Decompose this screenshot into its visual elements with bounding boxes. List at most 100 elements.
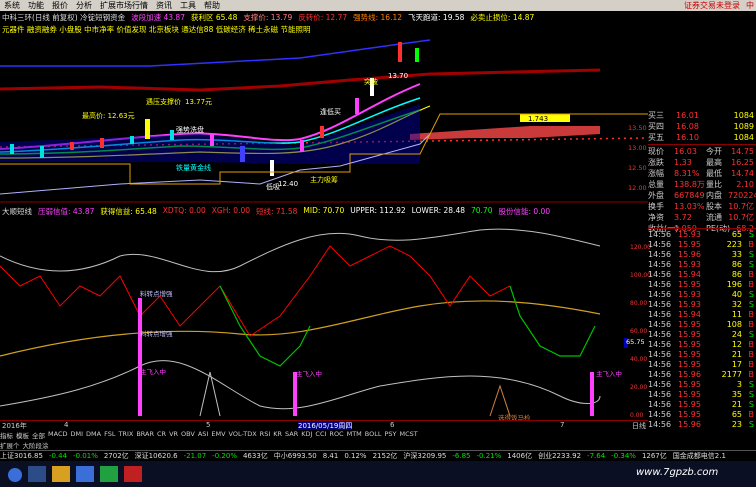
trade-price: 15.95 [678,239,701,249]
price-header-line: 中科三环(日线 前复权) 冷锭短钢资金 波段加速 43.87 获利区 65.48… [2,12,534,23]
tab-ext[interactable]: 扩展个 [0,440,20,450]
x-axis: 2016年 4 5 2016/05/19周四 6 7 日线 [0,420,648,431]
order-label: 买三 [648,111,664,120]
tab-indicator[interactable]: RSI [260,430,271,439]
tab-indicator[interactable]: BOLL [365,430,382,439]
trade-time: 14:56 [648,229,672,239]
start-icon[interactable] [8,468,22,482]
tab-indicator[interactable]: SAR [285,430,298,439]
tab-indicator[interactable]: BRAR [136,430,154,439]
price-tick: 13.50 [628,124,647,132]
quote-value: 13.03% [674,202,705,211]
tab-indicator[interactable]: VR [169,430,178,439]
order-row: 买三 16.01 1084 [648,110,756,121]
trade-time: 14:56 [648,309,672,319]
tab-indicator[interactable]: FSL [104,430,115,439]
app-icon[interactable] [28,466,46,482]
quote-value: 138.8万 [674,180,705,189]
tab-indicator[interactable]: VOL-TDX [229,430,257,439]
tab-indicator[interactable]: DMI [70,430,83,439]
menu-item-help[interactable]: 帮助 [200,0,224,11]
tab-indicator[interactable]: 全部 [32,430,45,439]
quote-row: 总量 138.8万 量比 2.10 [648,179,756,190]
trade-side: S [748,379,754,389]
tab-indicator[interactable]: MTM [347,430,362,439]
tab-indicator[interactable]: MCST [400,430,418,439]
trend-gold-label: 铁量黄金线 [176,163,211,172]
status-item: 8.41 [322,452,339,460]
trade-vol: 3 [736,379,742,389]
trade-row: 14:56 15.95 17 B [648,359,756,369]
status-item: 深证10620.6 [134,452,178,460]
menu-item-system[interactable]: 系统 [0,0,24,11]
tab-indicator[interactable]: CCI [315,430,326,439]
tab-indicator[interactable]: MACD [48,430,67,439]
trade-vol: 40 [731,289,742,299]
menu-item-quote[interactable]: 报价 [48,0,72,11]
signal-label-5: 主飞入中 [596,369,622,378]
trade-price: 15.95 [678,399,701,409]
browser-icon[interactable] [76,466,94,482]
menu-item-news[interactable]: 资讯 [152,0,176,11]
tab-indicator[interactable]: 模板 [16,430,29,439]
tab-indicator[interactable]: PSY [385,430,397,439]
price-chart: 1.743 最高价: 12.63元 遇压支撑价 13.77元 突破 13.70 … [0,39,648,203]
menu-right-extra[interactable]: 中 [746,0,754,11]
trade-price: 15.96 [678,369,701,379]
tab-indicator[interactable]: TRIX [118,430,133,439]
trade-icon[interactable] [124,466,142,482]
trade-time: 14:56 [648,379,672,389]
status-item: 沪深3209.95 [403,452,447,460]
menu-item-tools[interactable]: 工具 [176,0,200,11]
status-item: 1267亿 [641,452,667,460]
tab-indicator[interactable]: EMV [211,430,225,439]
tab-indicator[interactable]: 指标 [0,430,13,439]
trade-login-status[interactable]: 证券交易未登录 [684,0,740,11]
trade-side: S [748,229,754,239]
trade-time: 14:56 [648,319,672,329]
ind-tick: 80.00 [630,300,648,307]
trade-price: 15.95 [678,389,701,399]
trade-vol: 24 [731,329,742,339]
trade-time: 14:56 [648,419,672,429]
menu-item-function[interactable]: 功能 [24,0,48,11]
tab-indicator[interactable]: ASI [198,430,209,439]
trade-price: 15.95 [678,359,701,369]
order-price: 16.10 [676,133,699,142]
signal-bar [293,372,297,416]
trade-vol: 2177 [721,369,742,379]
tab-indicator[interactable]: CR [157,430,166,439]
tab-indicator[interactable]: DMA [86,430,101,439]
quote-label2: 今开 [706,147,722,156]
tab-indicator[interactable]: KR [273,430,282,439]
trade-time: 14:56 [648,249,672,259]
tab-indicator[interactable]: KDJ [301,430,312,439]
tab-indicator[interactable]: OBV [181,430,195,439]
menu-item-analysis[interactable]: 分析 [72,0,96,11]
resist-label: 遇压支撑价 [146,97,181,106]
trade-vol: 23 [731,419,742,429]
quote-row: 涨跌 1.33 最高 16.25 [648,157,756,168]
hdr-reverse: 反转价: 12.77 [298,13,348,22]
quote-label2: 内盘 [706,191,722,200]
trade-side: S [748,419,754,429]
trade-side: S [748,329,754,339]
status-item: 创业2233.92 [538,452,582,460]
quote-label: 涨跌 [648,158,664,167]
quote-value2: 2.10 [736,180,754,189]
tab-stage[interactable]: 大阶段涂 [23,440,49,450]
trade-time: 14:56 [648,259,672,269]
trade-vol: 33 [731,249,742,259]
folder-icon[interactable] [52,466,70,482]
tab-indicator[interactable]: ROC [329,430,343,439]
signal-bar [138,298,142,416]
order-row: 买四 16.08 1089 [648,121,756,132]
status-item: -0.44 [48,452,68,460]
quote-row: 涨幅 8.31% 最低 14.74 [648,168,756,179]
trade-row: 14:56 15.94 11 B [648,309,756,319]
menu-item-ext-market[interactable]: 扩展市场行情 [96,0,152,11]
media-icon[interactable] [100,466,118,482]
resist-value: 13.77元 [185,98,212,106]
indicator-chart: 料转点增强 料转点增强 主飞入中 主飞入中 主飞入中 选得饭马检 [0,228,628,422]
trade-price: 15.95 [678,349,701,359]
